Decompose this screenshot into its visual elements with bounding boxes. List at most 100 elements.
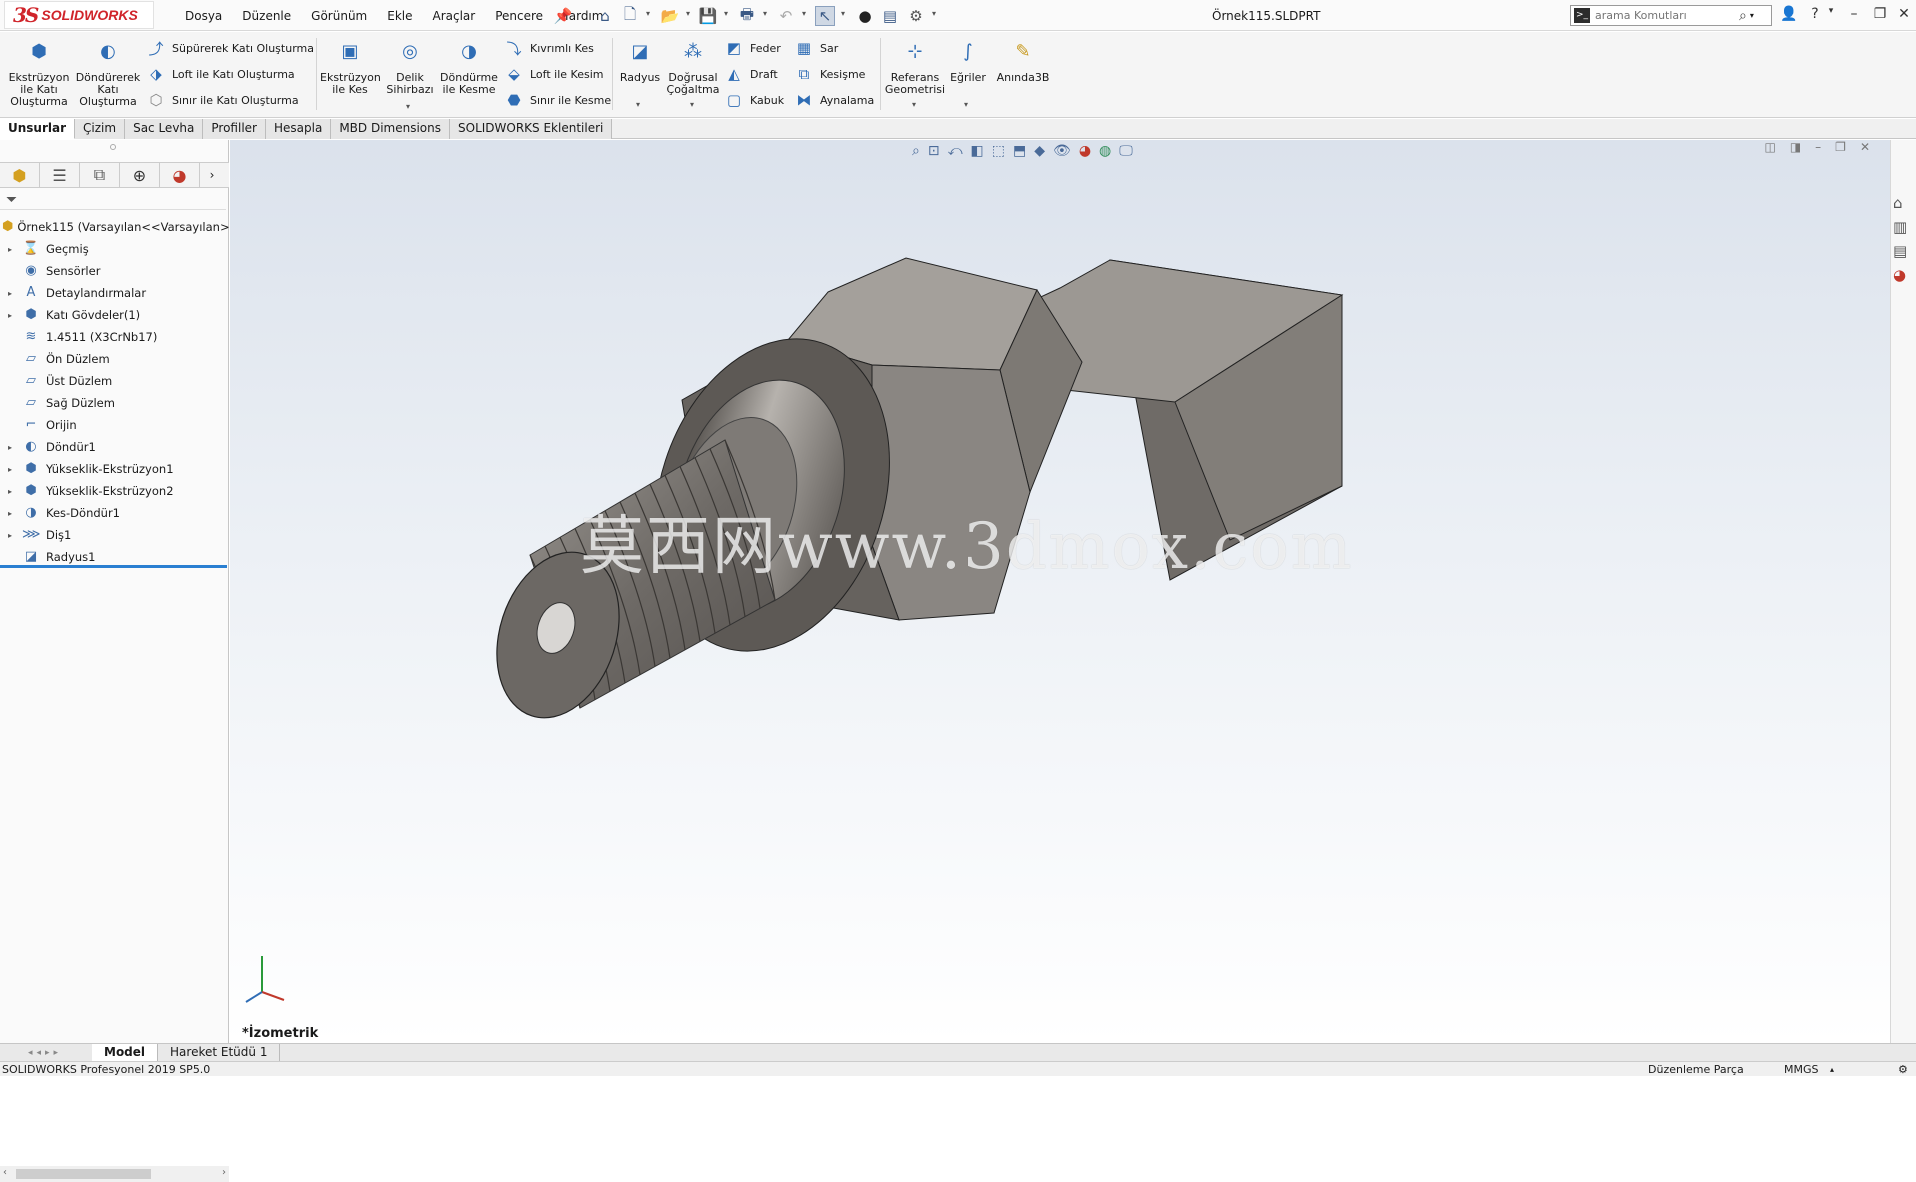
expand-arrow-icon[interactable]: ▸ [4,465,16,474]
tab-mbd-dimensions[interactable]: MBD Dimensions [331,119,450,139]
search-icon[interactable]: ⌕ [1739,8,1747,24]
minimize-icon[interactable]: – [1845,6,1863,22]
fillet-dropdown-icon[interactable]: ▾ [636,100,640,109]
tree-item[interactable]: ▸ ⬢ Yükseklik-Ekstrüzyon2 [0,480,229,502]
open-dropdown-icon[interactable]: ▾ [686,9,690,18]
panel-resize-handle[interactable] [110,144,116,150]
configuration-manager-tab[interactable]: ⧉ [80,163,120,187]
close-icon[interactable]: ✕ [1895,6,1913,22]
sweep-boss-button[interactable]: ⤴ Süpürerek Katı Oluşturma [146,37,314,59]
rollback-bar[interactable] [0,565,227,568]
expand-arrow-icon[interactable]: ▸ [4,289,16,298]
feature-manager-tab[interactable]: ⬢ [0,163,40,187]
tab-sketch[interactable]: Çizim [75,119,126,139]
tree-item[interactable]: ▱ Ön Düzlem [0,348,229,370]
save-dropdown-icon[interactable]: ▾ [724,9,728,18]
design-library-icon[interactable]: ▥ [1893,218,1907,242]
units-dropdown-icon[interactable]: ▴ [1830,1062,1834,1077]
boundary-cut-button[interactable]: ⬣ Sınır ile Kesme [504,89,611,111]
resources-home-icon[interactable]: ⌂ [1893,194,1907,218]
expand-arrow-icon[interactable]: ▸ [4,443,16,452]
gear-icon[interactable]: ⚙ [906,6,926,26]
dimxpert-manager-tab[interactable]: ⊕ [120,163,160,187]
tab-evaluate[interactable]: Hesapla [265,119,332,139]
panel-horizontal-scrollbar[interactable]: ‹ › [0,1166,229,1182]
restore-icon[interactable]: ❐ [1871,6,1889,22]
menu-insert[interactable]: Ekle [377,9,422,23]
display-manager-tab[interactable]: ◕ [160,163,200,187]
tree-item[interactable]: ▸ ◐ Döndür1 [0,436,229,458]
wrap-button[interactable]: ▦ Sar [794,37,838,59]
reference-geometry-button[interactable]: ⊹ Referans Geometrisi [884,43,946,96]
tree-filter[interactable] [0,190,226,210]
expand-arrow-icon[interactable]: ▸ [4,531,16,540]
user-account-icon[interactable]: 👤 [1780,6,1798,22]
shell-button[interactable]: ▢ Kabuk [724,89,784,111]
tree-item[interactable]: ▸ ⋙ Diş1 [0,524,229,546]
undo-dropdown-icon[interactable]: ▾ [802,9,806,18]
rib-button[interactable]: ◩ Feder [724,37,781,59]
boundary-boss-button[interactable]: ⬡ Sınır ile Katı Oluşturma [146,89,298,111]
loft-boss-button[interactable]: ⬗ Loft ile Katı Oluşturma [146,63,294,85]
tab-motion-study-1[interactable]: Hareket Etüdü 1 [158,1043,281,1062]
new-document-icon[interactable]: 🗋 [620,5,640,26]
mirror-button[interactable]: ⧓ Aynalama [794,89,875,111]
swept-cut-button[interactable]: ⤵ Kıvrımlı Kes [504,37,593,59]
scroll-left-icon[interactable]: ‹ [3,1167,7,1178]
search-commands-box[interactable]: >_ ⌕ ▾ [1570,5,1772,26]
tree-item[interactable]: ▸ ⬢ Yükseklik-Ekstrüzyon1 [0,458,229,480]
scroll-right-icon[interactable]: › [222,1167,226,1178]
expand-arrow-icon[interactable]: ▸ [4,487,16,496]
home-icon[interactable]: ⌂ [595,6,615,26]
expand-arrow-icon[interactable]: ▸ [4,245,16,254]
tree-item[interactable]: ≋ 1.4511 (X3CrNb17) [0,326,229,348]
search-dropdown-icon[interactable]: ▾ [1750,11,1754,20]
instant3d-button[interactable]: ✎ Anında3B [994,43,1052,84]
help-dropdown-icon[interactable]: ▾ [1822,6,1840,16]
fillet-button[interactable]: ◪ Radyus [616,43,664,84]
select-dropdown-icon[interactable]: ▾ [841,9,845,18]
pattern-dropdown-icon[interactable]: ▾ [690,100,694,109]
manager-tabs-more[interactable]: › [200,163,224,187]
undo-icon[interactable]: ↶ [776,6,796,26]
tree-item[interactable]: ▸ ⬢ Katı Gövdeler(1) [0,304,229,326]
print-dropdown-icon[interactable]: ▾ [763,9,767,18]
curves-dropdown-icon[interactable]: ▾ [964,100,968,109]
file-properties-icon[interactable]: ▤ [880,6,900,26]
menu-tools[interactable]: Araçlar [423,9,486,23]
extrude-cut-button[interactable]: ▣ Ekstrüzyon ile Kes [320,43,381,96]
tree-root-part[interactable]: ⬢ Örnek115 (Varsayılan<<Varsayılan>_G [0,216,229,238]
tab-profiles[interactable]: Profiller [203,119,266,139]
file-explorer-icon[interactable]: ▤ [1893,242,1907,266]
status-options-icon[interactable]: ⚙ [1898,1062,1908,1077]
open-folder-icon[interactable]: 📂 [660,6,680,26]
tab-nav-arrows[interactable]: ◂◂▸▸ [0,1048,92,1058]
menu-window[interactable]: Pencere [485,9,553,23]
revolve-boss-button[interactable]: ◐ Döndürerek Katı Oluşturma [74,43,142,108]
tab-model[interactable]: Model [92,1043,159,1062]
scroll-thumb[interactable] [16,1169,151,1179]
print-icon[interactable]: 🖶 [737,5,757,26]
select-cursor-icon[interactable]: ↖ [815,6,835,26]
tree-item[interactable]: ▸ ◑ Kes-Döndür1 [0,502,229,524]
tree-item[interactable]: ▸ ⌛ Geçmiş [0,238,229,260]
options-dropdown-icon[interactable]: ▾ [932,9,936,18]
menu-edit[interactable]: Düzenle [232,9,301,23]
traffic-light-icon[interactable]: ● [855,6,875,26]
extrude-boss-button[interactable]: ⬢ Ekstrüzyon ile Katı Oluşturma [6,43,72,108]
menu-view[interactable]: Görünüm [301,9,377,23]
tab-features[interactable]: Unsurlar [0,119,76,139]
tree-item[interactable]: ⌐ Orijin [0,414,229,436]
tab-sheet-metal[interactable]: Sac Levha [125,119,204,139]
pin-icon[interactable]: 📌 [553,6,573,26]
filter-icon[interactable]: ⏷ [6,192,17,208]
tree-item[interactable]: ▱ Sağ Düzlem [0,392,229,414]
expand-arrow-icon[interactable]: ▸ [4,311,16,320]
units-selector[interactable]: MMGS [1784,1062,1819,1077]
expand-arrow-icon[interactable]: ▸ [4,509,16,518]
draft-button[interactable]: ◭ Draft [724,63,778,85]
tree-item[interactable]: ▱ Üst Düzlem [0,370,229,392]
menu-file[interactable]: Dosya [175,9,232,23]
tree-item[interactable]: ◉ Sensörler [0,260,229,282]
linear-pattern-button[interactable]: ⁂ Doğrusal Çoğaltma [666,43,720,96]
